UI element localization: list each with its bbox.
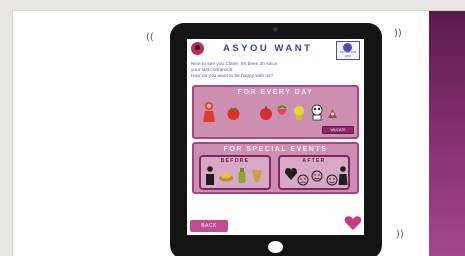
person-icon: [206, 166, 214, 185]
page-background: (( )) )) ASYOU WANT NUTRITION APP Nice t…: [12, 10, 465, 256]
vibration-icon: )): [396, 229, 404, 240]
app-logo: [191, 42, 204, 55]
app-title: ASYOU WANT: [223, 43, 313, 54]
before-label: BEFORE: [220, 158, 250, 164]
panda-icon[interactable]: [310, 103, 324, 121]
profile-badge[interactable]: NUTRITION APP: [336, 41, 360, 60]
validate-button[interactable]: VALIDATE: [322, 126, 354, 134]
camera-icon: [273, 27, 278, 32]
sad-face-icon: [297, 174, 309, 186]
strawberry-icon[interactable]: [275, 104, 289, 120]
drink-icon: [252, 170, 262, 182]
every-day-title: FOR EVERY DAY: [237, 89, 314, 96]
child-icon[interactable]: [200, 101, 218, 123]
tomato-icon[interactable]: [226, 106, 241, 120]
food-list: [200, 101, 350, 123]
badge-caption: NUTRITION APP: [339, 50, 357, 58]
lemon-icon[interactable]: [292, 104, 306, 121]
smiley-icon: [326, 174, 338, 186]
side-panel: [429, 11, 465, 256]
every-day-card[interactable]: FOR EVERY DAY VALIDATE: [192, 85, 359, 139]
bottle-icon: [238, 168, 246, 183]
welcome-line: How do you want to be happy with us?: [191, 74, 274, 79]
vibration-icon: ((: [146, 32, 154, 43]
tablet-device: ASYOU WANT NUTRITION APP Nice to see you…: [170, 23, 382, 256]
app-header: ASYOU WANT NUTRITION APP: [187, 39, 364, 60]
vibration-icon: )): [394, 28, 402, 39]
person-icon: [338, 166, 348, 185]
special-events-card[interactable]: FOR SPECIAL EVENTS BEFORE AFTER: [192, 142, 359, 194]
home-button[interactable]: [268, 241, 283, 253]
treat-icon[interactable]: [326, 107, 339, 120]
heart-small-icon: [285, 168, 297, 180]
after-label: AFTER: [302, 158, 326, 164]
welcome-message: Nice to see you Claire, it's been 2h sin…: [191, 62, 361, 80]
after-event-panel[interactable]: AFTER: [278, 155, 350, 190]
before-event-panel[interactable]: BEFORE: [199, 155, 271, 190]
apple-icon[interactable]: [258, 106, 274, 120]
meal-icon: [219, 173, 233, 182]
heart-icon[interactable]: [344, 215, 362, 231]
special-events-title: FOR SPECIAL EVENTS: [223, 146, 328, 153]
back-button[interactable]: BACK: [190, 220, 228, 232]
tablet-screen: ASYOU WANT NUTRITION APP Nice to see you…: [187, 39, 364, 235]
neutral-face-icon: [311, 170, 323, 182]
